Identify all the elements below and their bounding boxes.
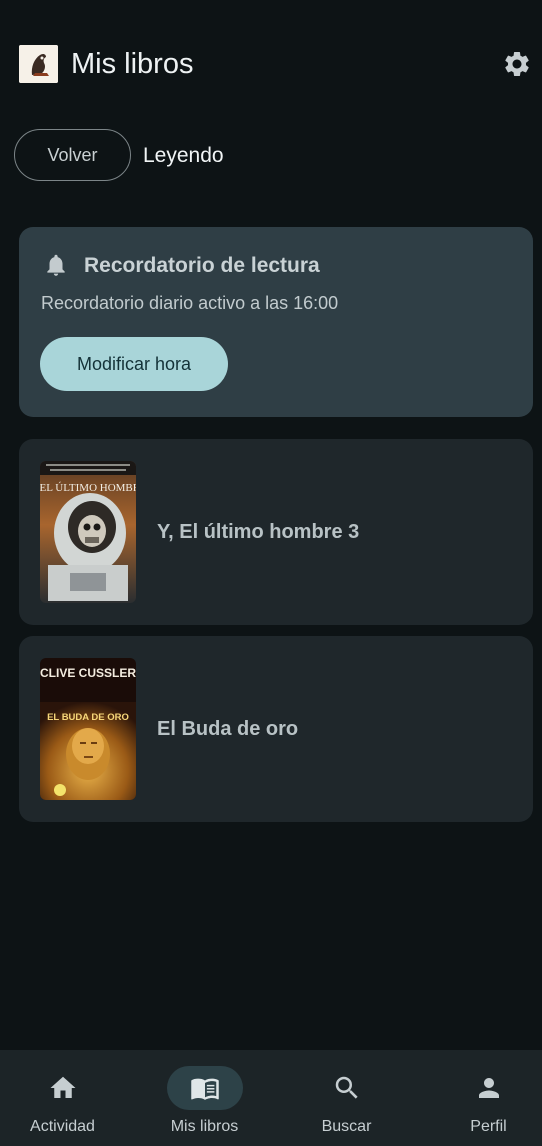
nav-label: Buscar <box>321 1118 372 1135</box>
bottom-navigation-bar: Actividad Mis libros Buscar Perfil <box>0 1050 542 1146</box>
nav-label: Perfil <box>470 1118 507 1135</box>
nav-label: Mis libros <box>170 1118 239 1135</box>
app-logo <box>19 45 58 83</box>
nav-item-activity[interactable]: Actividad <box>0 1050 130 1146</box>
cover-author-text: CLIVE CUSSLER <box>40 666 136 680</box>
reading-reminder-card: Recordatorio de lectura Recordatorio dia… <box>19 227 533 417</box>
search-icon <box>335 1076 358 1099</box>
book-card[interactable]: Y EL ÚLTIMO HOMBRE Y, El último hombre 3 <box>19 439 533 625</box>
nav-icon-container <box>309 1066 385 1110</box>
gear-icon <box>505 51 529 76</box>
book-icon <box>190 1078 219 1100</box>
book-cover-image: Y EL ÚLTIMO HOMBRE <box>40 461 136 603</box>
cover-title-text: EL BUDA DE ORO <box>47 712 129 723</box>
book-card[interactable]: CLIVE CUSSLER EL BUDA DE ORO El Buda de … <box>19 636 533 822</box>
page-title: Mis libros <box>71 48 194 80</box>
home-icon <box>50 1076 75 1098</box>
book-title: Y, El último hombre 3 <box>157 521 360 543</box>
back-button[interactable]: Volver <box>14 129 131 181</box>
nav-label: Actividad <box>30 1118 95 1135</box>
nav-icon-container <box>25 1066 101 1110</box>
section-label-reading: Leyendo <box>143 144 224 167</box>
reminder-title: Recordatorio de lectura <box>84 254 320 277</box>
nav-item-profile[interactable]: Perfil <box>421 1050 542 1146</box>
nav-item-search[interactable]: Buscar <box>279 1050 414 1146</box>
settings-button[interactable] <box>500 47 534 81</box>
book-title: El Buda de oro <box>157 718 299 740</box>
nav-icon-container <box>451 1066 527 1110</box>
reminder-status-text: Recordatorio diario activo a las 16:00 <box>41 293 339 313</box>
nav-item-my-books[interactable]: Mis libros <box>137 1050 272 1146</box>
modify-time-button[interactable]: Modificar hora <box>40 337 228 391</box>
bell-icon <box>43 251 69 279</box>
book-cover-image: CLIVE CUSSLER EL BUDA DE ORO <box>40 658 136 800</box>
app-header: Mis libros <box>0 0 542 120</box>
nav-icon-container <box>166 1066 243 1110</box>
person-icon <box>478 1078 499 1098</box>
cover-title-text: Y EL ÚLTIMO HOMBRE <box>40 482 136 494</box>
